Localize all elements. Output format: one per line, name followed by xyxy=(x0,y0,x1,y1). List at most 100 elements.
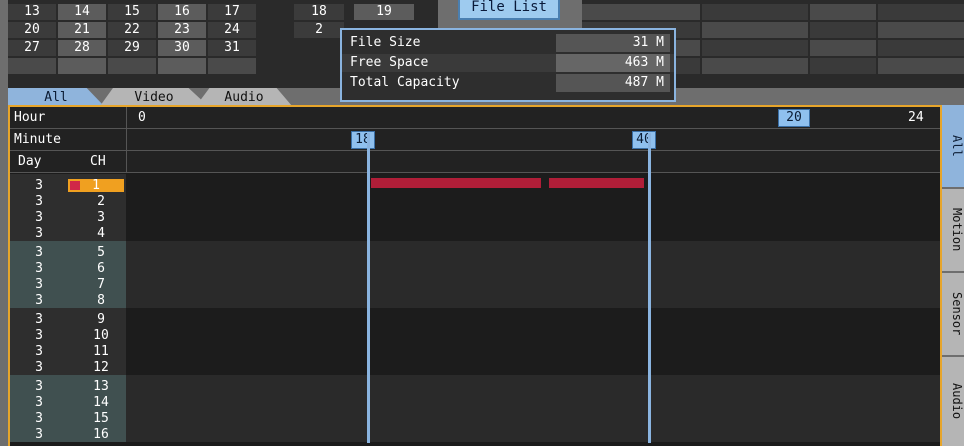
minute-start-marker[interactable]: 18 xyxy=(351,131,375,149)
channel-number[interactable]: 7 xyxy=(86,278,116,291)
tab-audio[interactable]: Audio xyxy=(196,88,292,106)
hour-marker[interactable]: 20 xyxy=(778,109,810,127)
day-label: Day xyxy=(18,154,42,169)
channel-number[interactable]: 4 xyxy=(86,227,116,240)
row-day: 3 xyxy=(35,261,43,276)
row-day: 3 xyxy=(35,277,43,292)
total-capacity-row: Total Capacity 487 M xyxy=(342,74,674,92)
side-tab-sensor[interactable]: Sensor xyxy=(942,273,964,355)
calendar-blank-cell xyxy=(158,58,206,74)
file-size-label: File Size xyxy=(350,35,421,50)
channel-band: 3 3 3 3 5 6 7 8 xyxy=(10,241,940,308)
channel-number[interactable]: 16 xyxy=(86,428,116,441)
record-indicator-icon xyxy=(70,181,80,190)
row-day: 3 xyxy=(35,379,43,394)
grid-cell xyxy=(810,4,876,20)
side-tab-motion[interactable]: Motion xyxy=(942,189,964,271)
minute-label: Minute xyxy=(14,132,61,147)
ch-label: CH xyxy=(90,154,106,169)
channel-1-selected[interactable]: 1 xyxy=(68,179,124,192)
side-tab-audio[interactable]: Audio xyxy=(942,357,964,446)
free-space-value: 463 M xyxy=(556,54,670,72)
total-capacity-value: 487 M xyxy=(556,74,670,92)
calendar-day[interactable]: 15 xyxy=(108,4,156,20)
calendar-day[interactable]: 23 xyxy=(158,22,206,38)
calendar-day[interactable]: 16 xyxy=(158,4,206,20)
channel-number[interactable]: 3 xyxy=(86,211,116,224)
channel-number[interactable]: 2 xyxy=(86,195,116,208)
side-tabs: All Motion Sensor Audio xyxy=(942,105,964,446)
grid-cell xyxy=(878,58,964,74)
calendar-day[interactable]: 27 xyxy=(8,40,56,56)
side-tab-all[interactable]: All xyxy=(942,105,964,187)
row-day: 3 xyxy=(35,245,43,260)
total-capacity-label: Total Capacity xyxy=(350,75,460,90)
free-space-label: Free Space xyxy=(350,55,429,70)
file-list-button[interactable]: File List xyxy=(458,0,560,20)
row-day: 3 xyxy=(35,178,43,193)
calendar-day[interactable]: 24 xyxy=(208,22,256,38)
calendar-blank-cell xyxy=(208,58,256,74)
calendar-day[interactable]: 18 xyxy=(294,4,344,20)
channel-number[interactable]: 8 xyxy=(86,294,116,307)
row-day: 3 xyxy=(35,360,43,375)
grid-cell xyxy=(810,58,876,74)
calendar-blank-cell xyxy=(108,58,156,74)
calendar-day[interactable]: 30 xyxy=(158,40,206,56)
channel-band: 3 3 3 3 9 10 11 12 xyxy=(10,308,940,375)
grid-cell xyxy=(810,22,876,38)
grid-cell xyxy=(878,4,964,20)
grid-row xyxy=(582,4,964,21)
channel-number[interactable]: 15 xyxy=(86,412,116,425)
day-ch-row: Day CH xyxy=(10,151,940,173)
recording-segment[interactable] xyxy=(549,178,644,188)
channel-number[interactable]: 9 xyxy=(86,313,116,326)
channel-number: 1 xyxy=(92,178,100,193)
grid-cell xyxy=(582,4,700,20)
row-day: 3 xyxy=(35,293,43,308)
row-day: 3 xyxy=(35,411,43,426)
minute-end-marker[interactable]: 40 xyxy=(632,131,656,149)
free-space-row: Free Space 463 M xyxy=(342,54,674,72)
hour-label: Hour xyxy=(14,110,46,125)
row-day: 3 xyxy=(35,344,43,359)
tab-video[interactable]: Video xyxy=(100,88,208,106)
hour-row: Hour 0 20 24 xyxy=(10,107,940,129)
channel-number[interactable]: 6 xyxy=(86,262,116,275)
calendar-day[interactable]: 2 xyxy=(294,22,344,38)
calendar-day[interactable]: 28 xyxy=(58,40,106,56)
calendar-day[interactable]: 20 xyxy=(8,22,56,38)
calendar-day[interactable]: 29 xyxy=(108,40,156,56)
recording-segment[interactable] xyxy=(371,178,541,188)
range-start-line[interactable] xyxy=(367,133,370,443)
calendar-day[interactable]: 21 xyxy=(58,22,106,38)
row-day: 3 xyxy=(35,395,43,410)
calendar-day[interactable]: 17 xyxy=(208,4,256,20)
minute-row: Minute 18 40 xyxy=(10,129,940,151)
calendar-blank-cell xyxy=(8,58,56,74)
timeline-panel: Hour 0 20 24 Minute 18 40 Day CH 3 3 3 3… xyxy=(8,105,942,446)
calendar-day[interactable]: 13 xyxy=(8,4,56,20)
channel-number[interactable]: 5 xyxy=(86,246,116,259)
channel-number[interactable]: 14 xyxy=(86,396,116,409)
channel-number[interactable]: 10 xyxy=(86,329,116,342)
row-day: 3 xyxy=(35,194,43,209)
channel-number[interactable]: 11 xyxy=(86,345,116,358)
grid-cell xyxy=(702,58,808,74)
channel-number[interactable]: 12 xyxy=(86,361,116,374)
calendar-day[interactable]: 14 xyxy=(58,4,106,20)
row-day: 3 xyxy=(35,312,43,327)
row-day: 3 xyxy=(35,226,43,241)
hour-end-label: 24 xyxy=(908,110,924,125)
grid-cell xyxy=(878,22,964,38)
calendar-day[interactable]: 22 xyxy=(108,22,156,38)
channel-number[interactable]: 13 xyxy=(86,380,116,393)
row-day: 3 xyxy=(35,427,43,442)
hour-start-label: 0 xyxy=(138,110,146,125)
storage-info-popup: File Size 31 M Free Space 463 M Total Ca… xyxy=(340,28,676,102)
calendar-day[interactable]: 19 xyxy=(354,4,414,20)
range-end-line[interactable] xyxy=(648,133,651,443)
calendar-day[interactable]: 31 xyxy=(208,40,256,56)
calendar-week-row: 13 14 15 16 17 18 19 xyxy=(8,4,438,21)
tab-all[interactable]: All xyxy=(8,88,104,106)
